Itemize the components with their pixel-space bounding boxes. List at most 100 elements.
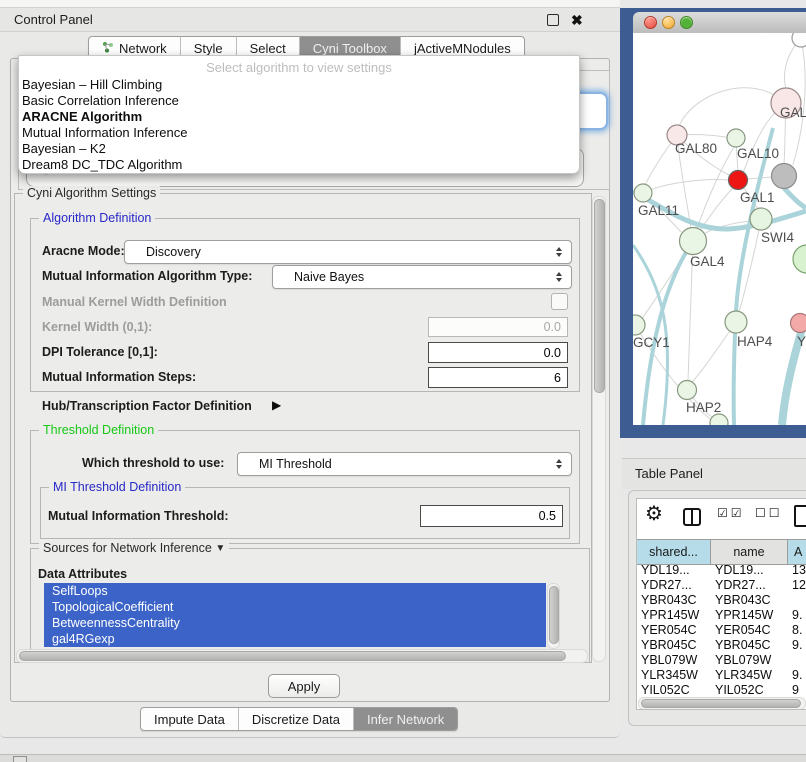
mi-steps-label: Mutual Information Steps:	[42, 369, 196, 385]
settings-hscrollbar[interactable]	[16, 649, 588, 663]
network-canvas[interactable]: GAL GAL80 GAL10 GAL1 GAL11 SWI4 GAL4 GCY…	[633, 33, 806, 425]
mi-type-combobox[interactable]: Naive Bayes	[272, 265, 572, 289]
gear-icon[interactable]: ⚙	[645, 501, 663, 526]
node-gcy1[interactable]	[633, 315, 645, 335]
list-scrollbar-thumb[interactable]	[549, 586, 559, 644]
node-gal1-red[interactable]	[729, 171, 748, 190]
apply-button[interactable]: Apply	[268, 674, 340, 698]
aracne-mode-label: Aracne Mode:	[42, 243, 125, 259]
table-row[interactable]: YLR345WYLR345W9.	[637, 668, 806, 683]
window-close-icon[interactable]	[644, 16, 657, 29]
mi-steps-field[interactable]: 6	[428, 367, 568, 388]
table-row[interactable]: YBR045CYBR045C9.	[637, 638, 806, 653]
column-header-name[interactable]: name	[711, 540, 788, 564]
node-bottom[interactable]	[710, 414, 728, 425]
column-header-partial[interactable]: A	[788, 540, 806, 564]
node-label: GAL	[780, 105, 806, 120]
table-row[interactable]: YPR145WYPR145W9.	[637, 608, 806, 623]
tab-infer-network[interactable]: Infer Network	[353, 708, 457, 730]
table-panel: ⚙ ☑☑ ☐☐ shared... name A YDL19...YDL19..…	[636, 498, 806, 710]
node-hap4[interactable]	[725, 311, 747, 333]
sources-title-text: Sources for Network Inference	[43, 541, 212, 555]
table-row[interactable]: YBR043CYBR043C	[637, 593, 806, 608]
hub-definition-label: Hub/Transcription Factor Definition	[42, 398, 252, 414]
select-all-checkboxes-icon[interactable]: ☑☑	[717, 506, 745, 520]
dropdown-item[interactable]: Dream8 DC_TDC Algorithm	[22, 157, 572, 173]
sources-expand-icon[interactable]: ▼	[215, 543, 225, 554]
bottom-corner-icon[interactable]	[13, 756, 27, 762]
node-swi4[interactable]	[750, 208, 772, 230]
bottom-strip	[0, 754, 806, 762]
node-gal10[interactable]	[727, 129, 745, 147]
list-item-selected[interactable]: SelfLoops	[44, 583, 546, 599]
mi-type-value: Naive Bayes	[294, 266, 364, 288]
cell: 9.	[788, 638, 806, 653]
dropdown-item-selected[interactable]: ARACNE Algorithm	[22, 109, 572, 125]
list-item-selected[interactable]: gal4RGexp	[44, 631, 546, 647]
table-hscrollbar[interactable]	[638, 697, 806, 710]
settings-scrollbar-thumb[interactable]	[594, 199, 605, 393]
manual-kernel-checkbox[interactable]	[551, 293, 568, 310]
mi-threshold-label: Mutual Information Threshold:	[48, 508, 229, 524]
dpi-tolerance-field[interactable]: 0.0	[428, 342, 568, 363]
node-hap2[interactable]	[678, 381, 697, 400]
cell: YDL19...	[637, 563, 711, 578]
deselect-all-checkboxes-icon[interactable]: ☐☐	[755, 506, 783, 520]
columns-icon[interactable]	[683, 508, 701, 526]
cell: YPR145W	[637, 608, 711, 623]
bottom-tabbar: Impute Data Discretize Data Infer Networ…	[140, 707, 458, 731]
dropdown-item[interactable]: Basic Correlation Inference	[22, 93, 572, 109]
dropdown-prompt: Select algorithm to view settings	[19, 58, 579, 77]
dropdown-item[interactable]: Bayesian – K2	[22, 141, 572, 157]
kernel-width-label: Kernel Width (0,1):	[42, 319, 152, 335]
cell	[788, 653, 806, 668]
hub-expand-icon[interactable]: ▶	[272, 398, 281, 412]
table-row[interactable]: YDR27...YDR27...12	[637, 578, 806, 593]
mi-threshold-field[interactable]: 0.5	[420, 505, 563, 527]
cell: YDR27...	[711, 578, 788, 593]
cell: YBR045C	[711, 638, 788, 653]
cell: 9.	[788, 608, 806, 623]
node-label: GAL80	[675, 141, 717, 156]
settings-scrollbar[interactable]	[592, 196, 606, 662]
table-hscrollbar-thumb[interactable]	[641, 699, 801, 708]
node-gal11[interactable]	[634, 184, 652, 202]
cell: 9.	[788, 668, 806, 683]
table-row[interactable]: YDL19...YDL19...13	[637, 563, 806, 578]
column-header-shared-name[interactable]: shared...	[637, 540, 711, 564]
node-green-right[interactable]	[793, 245, 806, 273]
control-panel-titlebar: Control Panel ✖	[0, 8, 620, 32]
node-unlabeled[interactable]	[792, 33, 806, 47]
tab-impute-data[interactable]: Impute Data	[141, 708, 238, 730]
list-scrollbar[interactable]	[547, 583, 560, 649]
list-item-selected[interactable]: BetweennessCentrality	[44, 615, 546, 631]
node-pink-right[interactable]	[791, 314, 806, 333]
table-row[interactable]: YER054CYER054C8.	[637, 623, 806, 638]
table-panel-title: Table Panel	[635, 459, 703, 489]
list-item-selected[interactable]: TopologicalCoefficient	[44, 599, 546, 615]
aracne-mode-combobox[interactable]: Discovery	[124, 240, 572, 264]
aracne-mode-value: Discovery	[146, 241, 201, 263]
node-label: GAL4	[690, 254, 725, 269]
tab-discretize-data[interactable]: Discretize Data	[238, 708, 353, 730]
window-zoom-icon[interactable]	[680, 16, 693, 29]
algorithm-definition-title: Algorithm Definition	[39, 211, 155, 225]
close-icon[interactable]: ✖	[571, 10, 583, 30]
settings-hscrollbar-thumb[interactable]	[19, 651, 566, 661]
which-threshold-label: Which threshold to use:	[82, 455, 224, 471]
dropdown-item[interactable]: Bayesian – Hill Climbing	[22, 77, 572, 93]
export-table-icon[interactable]	[794, 505, 806, 527]
node-gray[interactable]	[772, 164, 797, 189]
tab-infer-network-label: Infer Network	[367, 712, 444, 727]
window-minimize-icon[interactable]	[662, 16, 675, 29]
tab-style-label: Style	[194, 41, 223, 56]
node-gal4[interactable]	[680, 228, 707, 255]
float-icon[interactable]	[547, 14, 559, 26]
which-threshold-combobox[interactable]: MI Threshold	[237, 452, 572, 476]
sources-title: Sources for Network Inference ▼	[39, 541, 229, 555]
node-label: HAP4	[737, 334, 773, 349]
network-window-titlebar[interactable]	[633, 12, 806, 34]
dropdown-item[interactable]: Mutual Information Inference	[22, 125, 572, 141]
table-row[interactable]: YIL052CYIL052C9	[637, 683, 806, 694]
table-row[interactable]: YBL079WYBL079W	[637, 653, 806, 668]
